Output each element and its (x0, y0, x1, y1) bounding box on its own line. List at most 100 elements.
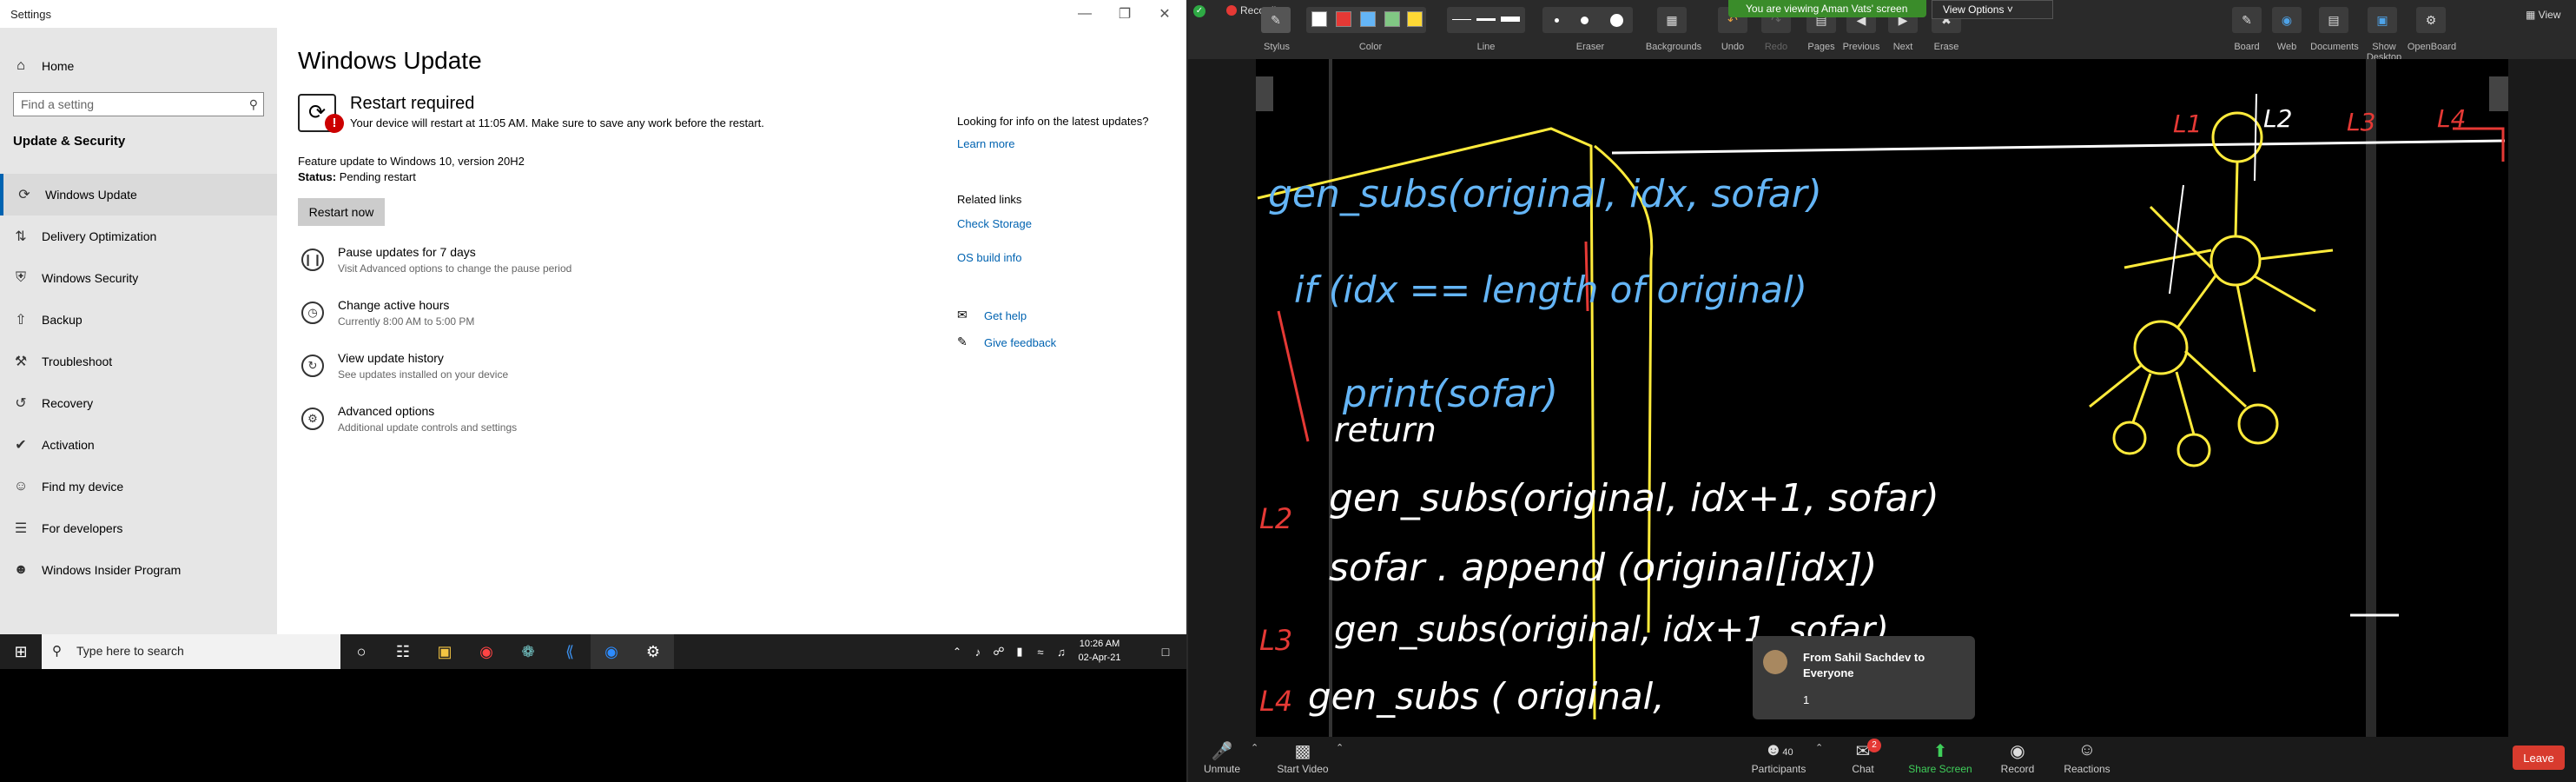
vscode-icon[interactable]: ⟪ (549, 634, 591, 669)
option-advanced[interactable]: ⚙ Advanced options Additional update con… (298, 402, 819, 446)
line-width-group[interactable] (1447, 7, 1525, 33)
view-label: View (2538, 9, 2561, 21)
chevron-up-icon[interactable]: ⌃ (1251, 742, 1258, 753)
sidebar-item-activation[interactable]: ✔ Activation (0, 424, 277, 466)
chrome-icon[interactable]: ◉ (466, 634, 507, 669)
network-icon[interactable]: ☍ (988, 634, 1009, 669)
label-l2-left: L2 (1259, 502, 1292, 535)
os-build-info-link[interactable]: OS build info (957, 251, 1021, 264)
color-swatch-green[interactable] (1384, 11, 1400, 27)
sliders-icon: ☰ (14, 521, 28, 536)
label-l1: L1 (2173, 109, 2202, 138)
chevron-up-icon[interactable]: ⌃ (1336, 742, 1344, 753)
option-active-hours[interactable]: ◷ Change active hours Currently 8:00 AM … (298, 296, 819, 340)
sidebar-item-windows-security[interactable]: ⛨ Windows Security (0, 257, 277, 299)
option-subtitle: Additional update controls and settings (338, 421, 518, 434)
sidebar-item-windows-insider[interactable]: ☻ Windows Insider Program (0, 549, 277, 591)
color-swatch-yellow[interactable] (1407, 11, 1423, 27)
give-feedback-link[interactable]: Give feedback (984, 336, 1056, 349)
settings-app-icon[interactable]: ⚙ (632, 634, 674, 669)
color-swatch-blue[interactable] (1360, 11, 1376, 27)
sidebar-item-delivery-optimization[interactable]: ⇅ Delivery Optimization (0, 215, 277, 257)
tool-label: Eraser (1575, 42, 1605, 52)
sidebar-item-recovery[interactable]: ↺ Recovery (0, 382, 277, 424)
participants-button[interactable]: ☻40 Participants (1744, 740, 1813, 775)
leave-button[interactable]: Leave (2513, 746, 2565, 770)
sidebar-item-troubleshoot[interactable]: ⚒ Troubleshoot (0, 341, 277, 382)
share-screen-button[interactable]: ⬆ Share Screen (1904, 740, 1977, 775)
board-icon[interactable]: ✎ (2232, 7, 2262, 33)
shield-icon: ⛨ (15, 270, 26, 285)
view-button[interactable]: ▦ View (2526, 9, 2560, 21)
sidebar-item-windows-update[interactable]: ⟳ Windows Update (0, 174, 277, 215)
option-title: View update history (338, 351, 444, 365)
time-text: 10:26 AM (1079, 639, 1120, 649)
sidebar-item-for-developers[interactable]: ☰ For developers (0, 507, 277, 549)
start-button[interactable]: ⊞ (0, 634, 42, 669)
cortana-icon[interactable]: ○ (340, 634, 382, 669)
tool-label: Board (2234, 42, 2260, 52)
sidebar-item-label: Recovery (42, 396, 94, 410)
notifications-icon[interactable]: □ (1145, 634, 1186, 669)
openboard-icon[interactable]: ⚙ (2416, 7, 2446, 33)
tool-label: Undo (1721, 42, 1745, 52)
chat-badge: 2 (1867, 739, 1881, 752)
restart-now-button[interactable]: Restart now (298, 198, 385, 226)
microphone-icon[interactable]: ♪ (968, 634, 988, 669)
handwriting-line: gen_subs(original, idx, sofar) (1268, 172, 1822, 216)
option-subtitle: See updates installed on your device (338, 368, 509, 381)
documents-icon[interactable]: ▤ (2319, 7, 2348, 33)
chat-popup[interactable]: From Sahil Sachdev to Everyone 1 (1753, 636, 1975, 719)
record-button[interactable]: ◉ Record (1987, 740, 2048, 775)
web-icon[interactable]: ◉ (2272, 7, 2302, 33)
option-update-history[interactable]: ↻ View update history See updates instal… (298, 349, 819, 393)
show-desktop-icon[interactable]: ▣ (2368, 7, 2397, 33)
sidebar: ⌂ Home Find a setting ⚲ Update & Securit… (0, 28, 277, 634)
page-nav-right-icon[interactable] (2489, 76, 2508, 111)
reactions-button[interactable]: ☺ Reactions (2057, 740, 2117, 775)
task-view-icon[interactable]: ☷ (382, 634, 424, 669)
sidebar-item-find-my-device[interactable]: ☺ Find my device (0, 466, 277, 507)
zoom-app-icon[interactable]: ◉ (591, 634, 632, 669)
chevron-up-icon[interactable]: ⌃ (947, 634, 968, 669)
history-icon: ↻ (301, 355, 324, 377)
whiteboard-canvas[interactable]: L1 L2 L3 L4 gen_subs(original, idx, sofa… (1256, 59, 2508, 737)
minimize-button[interactable]: — (1065, 0, 1105, 28)
stylus-icon[interactable]: ✎ (1261, 7, 1291, 33)
handwriting-line: gen_subs ( original, (1308, 675, 1665, 718)
wifi-icon[interactable]: ≈ (1030, 634, 1051, 669)
board-separator (1329, 59, 1332, 737)
get-help-link[interactable]: Get help (984, 309, 1027, 322)
participants-label: Participants (1751, 763, 1807, 775)
app-icon[interactable]: ❁ (507, 634, 549, 669)
chat-button[interactable]: ✉ Chat (1833, 740, 1893, 775)
tool-label: Color (1358, 42, 1383, 52)
file-explorer-icon[interactable]: ▣ (424, 634, 466, 669)
view-options-button[interactable]: View Options ˅ (1932, 0, 2053, 19)
clock[interactable]: 10:26 AM 02-Apr-21 (1073, 637, 1126, 665)
check-storage-link[interactable]: Check Storage (957, 217, 1032, 230)
maximize-button[interactable]: ❐ (1105, 0, 1145, 28)
taskbar-search[interactable]: ⚲ Type here to search (42, 634, 340, 669)
color-swatch-red[interactable] (1336, 11, 1351, 27)
learn-more-link[interactable]: Learn more (957, 137, 1014, 150)
option-pause-updates[interactable]: ❙❙ Pause updates for 7 days Visit Advanc… (298, 243, 819, 287)
unmute-button[interactable]: 🎤 Unmute (1192, 740, 1252, 775)
color-swatch-white[interactable] (1311, 11, 1327, 27)
tool-label: Backgrounds (1645, 42, 1702, 52)
find-setting-input[interactable]: Find a setting ⚲ (13, 92, 264, 116)
status-value: Pending restart (339, 170, 416, 183)
sidebar-item-backup[interactable]: ⇧ Backup (0, 299, 277, 341)
sidebar-item-label: Windows Update (45, 188, 137, 202)
close-button[interactable]: ✕ (1145, 0, 1185, 28)
battery-icon[interactable]: ▮ (1009, 634, 1030, 669)
sidebar-home[interactable]: ⌂ Home (0, 49, 277, 83)
chevron-down-icon: ˅ (2006, 3, 2013, 16)
backgrounds-icon[interactable]: ▦ (1657, 7, 1687, 33)
eraser-size-group[interactable] (1542, 7, 1633, 33)
start-video-button[interactable]: ▩ Start Video (1268, 740, 1338, 775)
chevron-up-icon[interactable]: ⌃ (1815, 742, 1823, 753)
page-nav-left-icon[interactable] (1256, 76, 1273, 111)
volume-icon[interactable]: ♫ (1051, 634, 1072, 669)
recovery-icon: ↺ (15, 396, 27, 411)
